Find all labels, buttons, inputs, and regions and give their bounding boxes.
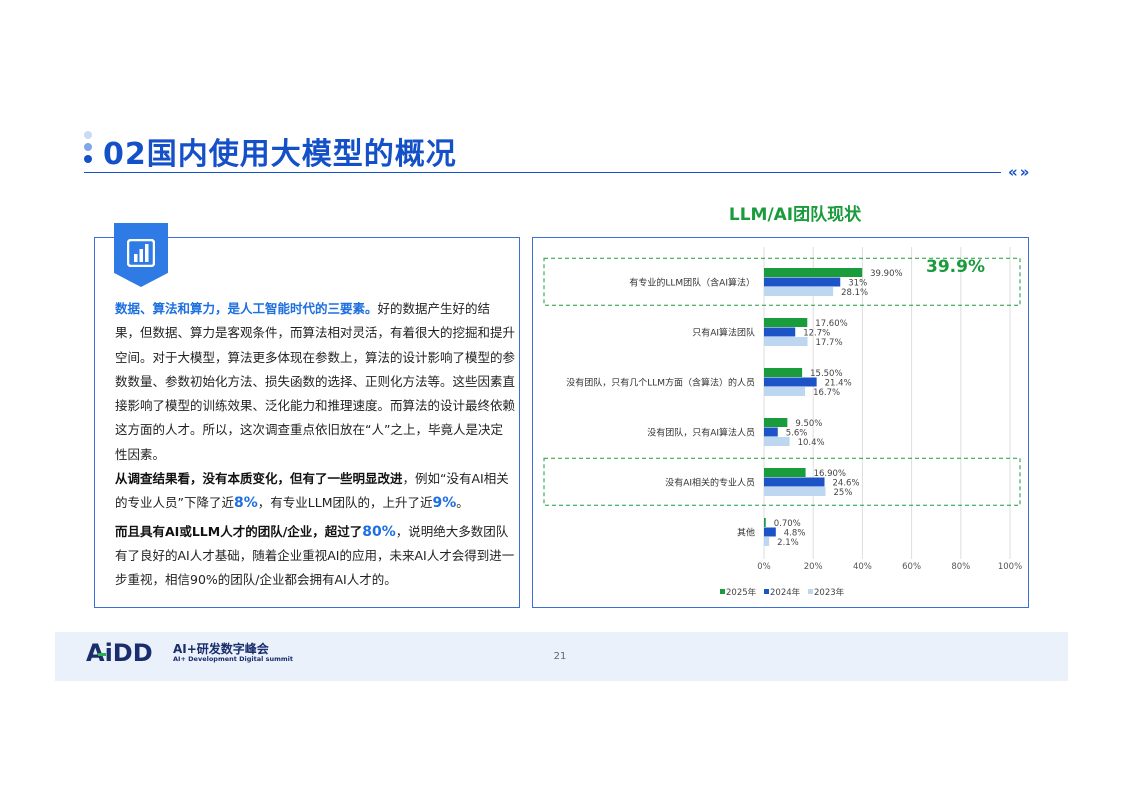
category-label: 只有AI算法团队: [692, 326, 755, 338]
data-label: 25%: [834, 488, 853, 498]
bar: [764, 437, 790, 446]
legend-swatch: [764, 589, 769, 594]
data-label: 31%: [848, 279, 867, 289]
aidd-logo: AiDD: [86, 640, 153, 664]
svg-text:AiDD: AiDD: [86, 640, 153, 664]
bar: [764, 327, 796, 337]
title-divider: [84, 172, 1001, 173]
category-label: 没有团队，只有几个LLM方面（含算法）的人员: [566, 376, 755, 388]
bar: [764, 427, 778, 437]
data-label: 0.70%: [774, 519, 801, 529]
bar: [764, 368, 803, 377]
bar: [764, 418, 788, 427]
x-tick-label: 80%: [951, 562, 970, 572]
category-label: 没有团队，只有AI算法人员: [647, 426, 755, 438]
x-tick-label: 60%: [902, 562, 921, 572]
x-tick-label: 100%: [998, 562, 1022, 572]
team-status-chart: 0% 20% 40% 60% 80% 100% 有专业的LLM团队（含AI算法） 39.90%…: [543, 247, 1022, 598]
legend-swatch: [808, 589, 813, 594]
legend-label: 2024年: [770, 587, 801, 598]
bar: [764, 337, 808, 346]
bar: [764, 277, 841, 287]
bar: [764, 377, 817, 387]
bar: [764, 287, 834, 296]
data-label: 24.6%: [833, 479, 860, 489]
data-label: 9.50%: [795, 419, 822, 429]
logo-en-text: AI+ Development Digital summit: [173, 655, 293, 663]
bar: [764, 518, 766, 527]
legend-label: 2023年: [814, 587, 845, 598]
legend-swatch: [720, 589, 725, 594]
paragraph-3: 而且具有AI或LLM人才的团队/企业，超过了80%，说明绝大多数团队有了良好的A…: [115, 523, 515, 588]
data-label: 16.7%: [813, 388, 840, 398]
category-label: 其他: [737, 526, 755, 538]
bar: [764, 487, 826, 496]
data-label: 39.90%: [870, 269, 902, 279]
nav-chevrons-icon: «»: [1008, 163, 1032, 181]
category-label: 有专业的LLM团队（含AI算法）: [629, 276, 755, 288]
x-tick-label: 40%: [853, 562, 872, 572]
data-label: 17.60%: [815, 319, 847, 329]
bar-chart-icon: [127, 239, 155, 267]
paragraph-1: 数据、算法和算力，是人工智能时代的三要素。好的数据产生好的结果，但数据、算力是客…: [115, 301, 516, 462]
data-label: 4.8%: [784, 529, 806, 539]
x-tick-label: 20%: [804, 562, 823, 572]
data-label: 21.4%: [825, 379, 852, 389]
text-body: 数据、算法和算力，是人工智能时代的三要素。好的数据产生好的结果，但数据、算力是客…: [115, 297, 515, 593]
data-label: 17.7%: [816, 338, 843, 348]
bar: [764, 537, 770, 546]
x-tick-label: 0%: [757, 562, 771, 572]
legend-label: 2025年: [726, 587, 757, 598]
bar: [764, 268, 863, 277]
paragraph-2: 从调查结果看，没有本质变化，但有了一些明显改进，例如“没有AI相关的专业人员”下…: [115, 471, 509, 512]
title-decoration-dots: [84, 131, 94, 167]
bar: [764, 527, 776, 537]
page-title: 02国内使用大模型的概况: [103, 137, 457, 172]
chart-heading: LLM/AI团队现状: [728, 205, 862, 225]
bar: [764, 318, 808, 327]
bar: [764, 387, 806, 396]
callout-value: 39.9%: [926, 257, 985, 277]
bar: [764, 468, 806, 477]
page-number: 21: [553, 651, 567, 662]
data-label: 10.4%: [798, 438, 825, 448]
category-label: 没有AI相关的专业人员: [665, 476, 755, 488]
data-label: 28.1%: [841, 288, 868, 298]
data-label: 2.1%: [777, 538, 799, 548]
bar: [764, 477, 825, 487]
